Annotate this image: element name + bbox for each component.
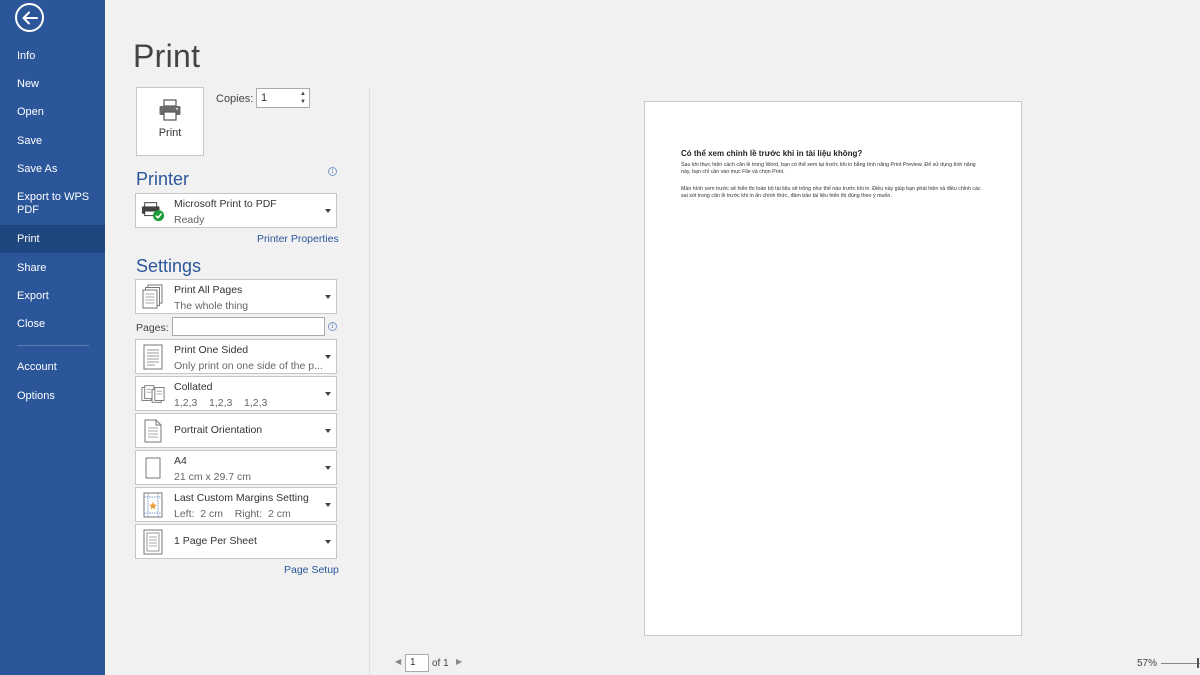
paper-size-icon bbox=[141, 455, 165, 481]
chevron-down-icon bbox=[325, 208, 331, 213]
paper-size-subtitle: 21 cm x 29.7 cm bbox=[174, 471, 252, 483]
collation-subtitle: 1,2,3 1,2,3 1,2,3 bbox=[174, 397, 268, 409]
chevron-down-icon bbox=[325, 428, 331, 433]
zoom-level[interactable]: 57% bbox=[1137, 658, 1157, 669]
margins-dropdown[interactable]: Last Custom Margins Setting Left: 2 cm R… bbox=[135, 487, 337, 522]
printer-dropdown[interactable]: Microsoft Print to PDF Ready bbox=[135, 193, 337, 228]
margins-icon bbox=[141, 492, 165, 518]
nav-new[interactable]: New bbox=[0, 78, 105, 91]
print-range-title: Print All Pages bbox=[174, 284, 243, 296]
chevron-down-icon bbox=[325, 391, 331, 396]
nav-export-wps-pdf[interactable]: Export to WPS PDF bbox=[0, 191, 105, 217]
preview-heading: Có thể xem chỉnh lề trước khi in tài liệ… bbox=[681, 149, 863, 158]
zoom-slider[interactable] bbox=[1161, 663, 1200, 664]
preview-paragraph-2: Màn hình xem trước sẽ hiển thị toàn bộ t… bbox=[681, 186, 981, 200]
orientation-dropdown[interactable]: Portrait Orientation bbox=[135, 413, 337, 448]
collation-title: Collated bbox=[174, 381, 213, 393]
sides-dropdown[interactable]: Print One Sided Only print on one side o… bbox=[135, 339, 337, 374]
nav-account[interactable]: Account bbox=[0, 361, 105, 374]
nav-export[interactable]: Export bbox=[0, 290, 105, 303]
arrow-left-icon bbox=[22, 11, 38, 24]
chevron-right-icon[interactable]: ▶ bbox=[456, 657, 462, 666]
print-button-label: Print bbox=[158, 127, 182, 139]
print-button[interactable]: Print bbox=[136, 87, 204, 156]
next-page-button[interactable]: ▶ bbox=[456, 657, 462, 666]
copies-spin-arrows[interactable]: ▲ ▼ bbox=[299, 90, 307, 106]
paper-size-dropdown[interactable]: A4 21 cm x 29.7 cm bbox=[135, 450, 337, 485]
nav-open[interactable]: Open bbox=[0, 106, 105, 119]
copies-label: Copies: bbox=[216, 93, 254, 105]
printer-name: Microsoft Print to PDF bbox=[174, 198, 277, 210]
nav-share[interactable]: Share bbox=[0, 262, 105, 275]
sides-title: Print One Sided bbox=[174, 344, 249, 356]
margins-title: Last Custom Margins Setting bbox=[174, 492, 309, 504]
page-setup-link[interactable]: Page Setup bbox=[284, 564, 339, 576]
pages-per-sheet-title: 1 Page Per Sheet bbox=[174, 535, 257, 547]
nav-save[interactable]: Save bbox=[0, 135, 105, 148]
copies-stepper[interactable]: 1 ▲ ▼ bbox=[256, 88, 310, 108]
chevron-up-icon[interactable]: ▲ bbox=[299, 90, 307, 98]
page-number-input[interactable]: 1 bbox=[405, 654, 429, 672]
pane-divider bbox=[369, 88, 370, 675]
page-total: of 1 bbox=[432, 658, 449, 669]
backstage-sidebar: Info New Open Save Save As Export to WPS… bbox=[0, 0, 105, 675]
chevron-down-icon bbox=[325, 465, 331, 470]
margins-subtitle: Left: 2 cm Right: 2 cm bbox=[174, 508, 291, 520]
print-preview-page: Có thể xem chỉnh lề trước khi in tài liệ… bbox=[644, 101, 1022, 636]
chevron-down-icon bbox=[325, 354, 331, 359]
settings-heading: Settings bbox=[136, 256, 202, 276]
one-sided-icon bbox=[141, 344, 165, 370]
nav-close[interactable]: Close bbox=[0, 318, 105, 331]
orientation-title: Portrait Orientation bbox=[174, 424, 263, 436]
previous-page-button[interactable]: ◀ bbox=[395, 657, 401, 666]
pages-per-sheet-dropdown[interactable]: 1 Page Per Sheet bbox=[135, 524, 337, 559]
page-title: Print bbox=[133, 38, 201, 74]
nav-info[interactable]: Info bbox=[0, 50, 105, 63]
printer-properties-link[interactable]: Printer Properties bbox=[257, 233, 339, 245]
chevron-down-icon[interactable]: ▼ bbox=[299, 98, 307, 106]
pages-label: Pages: bbox=[136, 322, 169, 334]
portrait-icon bbox=[141, 418, 165, 444]
nav-save-as[interactable]: Save As bbox=[0, 163, 105, 176]
preview-paragraph-1: Sau khi thực hiện cách căn lề trong Word… bbox=[681, 162, 976, 176]
pages-per-sheet-icon bbox=[141, 529, 165, 555]
nav-print[interactable]: Print bbox=[0, 225, 105, 253]
pages-icon bbox=[141, 284, 165, 310]
chevron-down-icon bbox=[325, 294, 331, 299]
printer-heading: Printer bbox=[136, 169, 190, 189]
nav-divider bbox=[17, 345, 89, 346]
info-icon[interactable]: i bbox=[328, 322, 337, 331]
printer-icon bbox=[159, 99, 181, 121]
collation-dropdown[interactable]: Collated 1,2,3 1,2,3 1,2,3 bbox=[135, 376, 337, 411]
sides-subtitle: Only print on one side of the p... bbox=[174, 360, 323, 372]
printer-status: Ready bbox=[174, 214, 205, 226]
pages-input[interactable] bbox=[172, 317, 325, 336]
chevron-down-icon bbox=[325, 502, 331, 507]
zoom-slider-thumb[interactable] bbox=[1197, 658, 1199, 668]
chevron-down-icon bbox=[325, 539, 331, 544]
print-range-dropdown[interactable]: Print All Pages The whole thing bbox=[135, 279, 337, 314]
paper-size-title: A4 bbox=[174, 455, 187, 467]
print-range-subtitle: The whole thing bbox=[174, 300, 249, 312]
nav-options[interactable]: Options bbox=[0, 390, 105, 403]
back-button[interactable] bbox=[15, 3, 44, 32]
collated-icon bbox=[141, 381, 165, 407]
printer-ready-icon bbox=[141, 198, 165, 224]
copies-value: 1 bbox=[261, 92, 268, 104]
chevron-left-icon[interactable]: ◀ bbox=[395, 657, 401, 666]
info-icon[interactable]: i bbox=[328, 167, 337, 176]
